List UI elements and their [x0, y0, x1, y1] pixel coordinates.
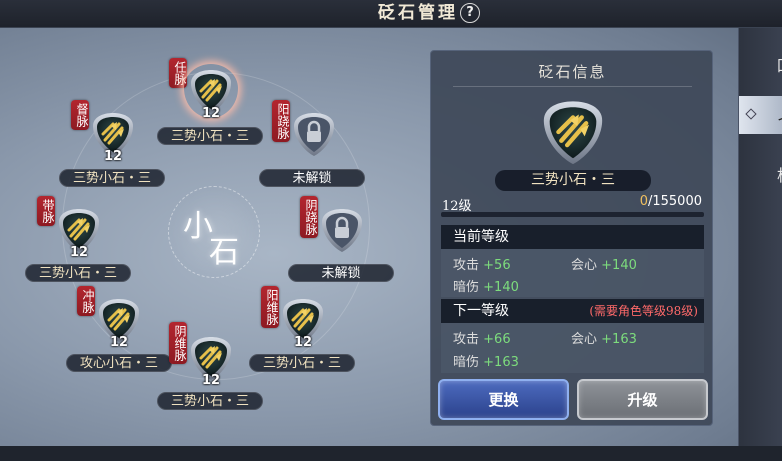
stat-crit: 会心 +163 — [571, 328, 637, 347]
side-tab-label: 松 — [777, 162, 782, 186]
slot-yangwei[interactable]: 12 — [279, 296, 327, 350]
exp-current: 0 — [639, 194, 648, 209]
slot-tag-yinqiao: 阴跷脉 — [300, 196, 318, 238]
stone-icon — [538, 97, 608, 167]
lock-icon — [290, 110, 338, 158]
slot-yangqiao[interactable] — [290, 110, 338, 162]
slot-name-ren: 三势小石・三 — [157, 127, 263, 145]
next-level-header: 下一等级 (需要角色等级98级) — [441, 299, 704, 323]
slot-level: 12 — [201, 106, 221, 121]
level-requirement: (需要角色等级98级) — [589, 304, 698, 318]
stat-value: +140 — [601, 258, 637, 273]
slot-name-chong: 攻心小石・三 — [66, 354, 172, 372]
stat-label: 攻击 — [453, 332, 480, 347]
page-title: 砭石管理 — [378, 3, 458, 23]
slot-level: 12 — [293, 335, 313, 350]
stat-label: 暗伤 — [453, 280, 480, 295]
slot-tag-dai: 带脉 — [37, 196, 55, 226]
slot-yinwei[interactable]: 12 — [187, 334, 235, 388]
upgrade-button[interactable]: 升级 — [577, 379, 708, 420]
next-level-title: 下一等级 — [453, 303, 509, 319]
slot-name-yangqiao: 未解锁 — [259, 169, 365, 187]
side-tab-1[interactable]: 吅 — [739, 42, 782, 80]
stat-crit: 会心 +140 — [571, 254, 637, 273]
slot-tag-du: 督脉 — [71, 100, 89, 130]
slot-ren[interactable]: 12 — [187, 67, 235, 121]
stat-value: +163 — [483, 355, 519, 370]
stat-attack: 攻击 +66 — [453, 328, 511, 347]
title-bar: 砭石管理 ? — [0, 0, 782, 28]
stat-label: 会心 — [571, 258, 598, 273]
help-button[interactable]: ? — [460, 3, 480, 23]
slot-level: 12 — [109, 335, 129, 350]
slot-tag-yangqiao: 阳跷脉 — [272, 100, 290, 142]
side-tab-bar: 吅 イ 松 — [738, 28, 782, 446]
side-tab-label: イ — [777, 106, 782, 130]
slot-yinqiao[interactable] — [318, 206, 366, 258]
stat-value: +140 — [483, 280, 519, 295]
stat-value: +66 — [483, 332, 511, 347]
lock-icon — [318, 206, 366, 254]
stone-name: 三势小石・三 — [495, 170, 651, 191]
slot-level: 12 — [69, 245, 89, 260]
exp-readout: 0/155000 — [640, 194, 702, 209]
slot-tag-chong: 冲脉 — [77, 286, 95, 316]
slot-tag-yinwei: 阴维脉 — [169, 322, 187, 364]
current-level-header: 当前等级 — [441, 225, 704, 249]
stat-label: 暗伤 — [453, 355, 480, 370]
center-char-2: 石 — [209, 235, 239, 270]
side-tab-label: 吅 — [777, 52, 782, 76]
side-tab-2[interactable]: イ — [739, 96, 782, 134]
slot-level: 12 — [103, 149, 123, 164]
bottom-bar — [0, 446, 782, 461]
slot-dai[interactable]: 12 — [55, 206, 103, 260]
panel-title: 砭石信息 — [538, 63, 607, 81]
stat-attack: 攻击 +56 — [453, 254, 511, 273]
next-level-stats: 攻击 +66 会心 +163 暗伤 +163 — [441, 323, 704, 373]
divider — [453, 86, 692, 87]
stat-label: 攻击 — [453, 258, 480, 273]
stat-value: +163 — [601, 332, 637, 347]
side-tab-3[interactable]: 松 — [739, 152, 782, 190]
center-emblem: 小 石 — [168, 186, 260, 278]
slot-name-yinwei: 三势小石・三 — [157, 392, 263, 410]
slot-name-yinqiao: 未解锁 — [288, 264, 394, 282]
slot-name-yangwei: 三势小石・三 — [249, 354, 355, 372]
slot-chong[interactable]: 12 — [95, 296, 143, 350]
stat-label: 会心 — [571, 332, 598, 347]
slot-tag-yangwei: 阳维脉 — [261, 286, 279, 328]
slot-level: 12 — [201, 373, 221, 388]
slot-name-dai: 三势小石・三 — [25, 264, 131, 282]
stat-hidden: 暗伤 +140 — [453, 276, 519, 295]
slot-name-du: 三势小石・三 — [59, 169, 165, 187]
exp-bar — [441, 212, 704, 217]
exp-max: /155000 — [647, 194, 702, 209]
stat-hidden: 暗伤 +163 — [453, 351, 519, 370]
slot-du[interactable]: 12 — [89, 110, 137, 164]
diamond-icon — [745, 108, 757, 120]
stone-info-panel: 砭石信息 三势小石・三 12级 0/155000 当前等级 攻击 +56 会心 … — [430, 50, 713, 426]
stat-value: +56 — [483, 258, 511, 273]
swap-button[interactable]: 更换 — [438, 379, 569, 420]
current-level-stats: 攻击 +56 会心 +140 暗伤 +140 — [441, 249, 704, 297]
